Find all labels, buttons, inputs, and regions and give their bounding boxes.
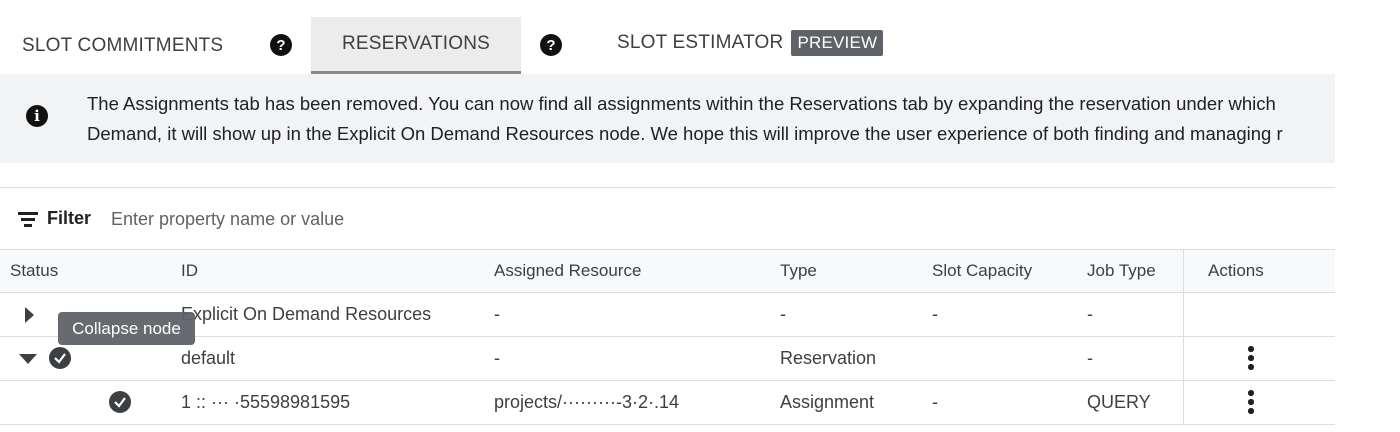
column-header-status[interactable]: Status: [10, 250, 58, 292]
tab-slot-estimator[interactable]: SLOT ESTIMATOR PREVIEW: [617, 14, 884, 71]
row-slot-capacity: -: [932, 303, 938, 324]
status-check-icon: [49, 347, 71, 369]
more-actions-icon[interactable]: [1248, 390, 1254, 414]
tab-label: SLOT ESTIMATOR: [617, 31, 784, 53]
more-actions-icon[interactable]: [1248, 346, 1254, 370]
help-icon[interactable]: ?: [540, 34, 562, 56]
row-job-type: QUERY: [1087, 391, 1151, 412]
table-row: Explicit On Demand Resources - - - -: [0, 293, 1335, 337]
expand-arrow-icon[interactable]: [22, 306, 36, 324]
row-type: Assignment: [780, 391, 875, 412]
row-assigned-resource: -: [494, 347, 500, 368]
banner-text-line-1: The Assignments tab has been removed. Yo…: [87, 93, 1276, 114]
table-header: Status ID Assigned Resource Type Slot Ca…: [0, 249, 1335, 293]
tab-label: SLOT COMMITMENTS: [22, 34, 224, 56]
row-type: Reservation: [780, 347, 877, 368]
column-header-type[interactable]: Type: [780, 250, 817, 292]
column-header-id[interactable]: ID: [181, 250, 198, 292]
row-job-type: -: [1087, 303, 1093, 324]
info-icon: i: [26, 105, 48, 127]
collapse-node-tooltip: Collapse node: [58, 312, 195, 345]
filter-icon[interactable]: [18, 212, 38, 227]
tab-slot-commitments[interactable]: SLOT COMMITMENTS: [22, 17, 223, 74]
collapse-arrow-icon[interactable]: [18, 351, 38, 365]
table-row: 1 :: ··· ·55598981595 projects/·········…: [0, 381, 1335, 425]
column-header-slot-capacity[interactable]: Slot Capacity: [932, 250, 1032, 292]
column-header-assigned-resource[interactable]: Assigned Resource: [494, 250, 641, 292]
preview-badge: PREVIEW: [791, 29, 884, 56]
banner-text-line-2: Demand, it will show up in the Explicit …: [87, 123, 1283, 144]
row-job-type: -: [1087, 347, 1093, 368]
table-row: default - Reservation -: [0, 337, 1335, 381]
column-header-actions: Actions: [1208, 261, 1264, 280]
filter-bar: Filter: [0, 187, 1335, 250]
row-slot-capacity: -: [932, 391, 938, 412]
status-check-icon: [109, 391, 131, 413]
info-banner: i The Assignments tab has been removed. …: [0, 74, 1335, 163]
filter-label: Filter: [47, 208, 92, 228]
row-id: Explicit On Demand Resources: [181, 303, 432, 324]
help-icon[interactable]: ?: [270, 34, 292, 56]
column-header-job-type[interactable]: Job Type: [1087, 250, 1156, 292]
row-assigned-resource: -: [494, 303, 500, 324]
row-id: 1 :: ··· ·55598981595: [181, 391, 351, 412]
tab-label: RESERVATIONS: [341, 33, 491, 54]
row-type: -: [780, 303, 786, 324]
filter-input[interactable]: [105, 204, 717, 234]
tab-reservations[interactable]: RESERVATIONS: [311, 17, 521, 74]
row-assigned-resource: projects/·········-3·2·.14: [494, 391, 680, 412]
